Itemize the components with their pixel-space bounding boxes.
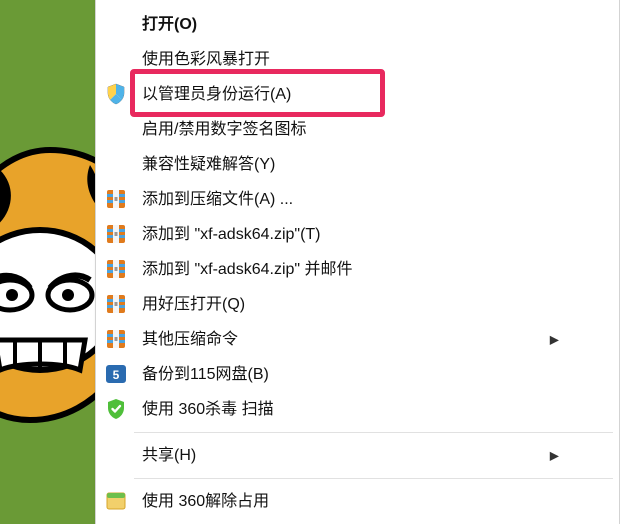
svg-text:5: 5 xyxy=(113,368,120,382)
menu-item-label: 兼容性疑难解答(Y) xyxy=(142,156,275,173)
menu-open-color-storm[interactable]: 使用色彩风暴打开 xyxy=(96,42,619,77)
menu-add-zip-t[interactable]: 添加到 "xf-adsk64.zip"(T) xyxy=(96,217,619,252)
menu-backup-115[interactable]: 5 备份到115网盘(B) xyxy=(96,357,619,392)
menu-item-label: 添加到 "xf-adsk64.zip" 并邮件 xyxy=(142,261,353,278)
context-menu: 打开(O) 使用色彩风暴打开 以管理员身份运行(A) 启用/禁用数字签名图标 兼… xyxy=(95,0,620,524)
menu-compat-troubleshoot[interactable]: 兼容性疑难解答(Y) xyxy=(96,147,619,182)
menu-digital-signature[interactable]: 启用/禁用数字签名图标 xyxy=(96,112,619,147)
menu-360-unlock[interactable]: 使用 360解除占用 xyxy=(96,484,619,519)
menu-item-label: 添加到压缩文件(A) ... xyxy=(142,191,293,208)
archive-icon xyxy=(104,327,130,353)
menu-item-label: 使用 360杀毒 扫描 xyxy=(142,401,274,418)
menu-open[interactable]: 打开(O) xyxy=(96,7,619,42)
submenu-arrow-icon: ▶ xyxy=(550,322,559,357)
archive-icon xyxy=(104,222,130,248)
menu-item-label: 用好压打开(Q) xyxy=(142,296,245,313)
shield-icon xyxy=(104,82,130,108)
menu-run-as-admin[interactable]: 以管理员身份运行(A) xyxy=(96,77,619,112)
menu-360-force-delete[interactable]: 使用 360强力删除 xyxy=(96,519,619,524)
menu-item-label: 打开(O) xyxy=(142,16,197,33)
menu-open-haozip[interactable]: 用好压打开(Q) xyxy=(96,287,619,322)
menu-item-label: 使用 360解除占用 xyxy=(142,493,269,510)
menu-item-label: 启用/禁用数字签名图标 xyxy=(142,121,306,138)
archive-icon xyxy=(104,187,130,213)
menu-item-label: 共享(H) xyxy=(142,447,196,464)
menu-item-label: 备份到115网盘(B) xyxy=(142,366,269,383)
submenu-arrow-icon: ▶ xyxy=(550,438,559,473)
menu-add-zip-mail[interactable]: 添加到 "xf-adsk64.zip" 并邮件 xyxy=(96,252,619,287)
menu-item-label: 其他压缩命令 xyxy=(142,331,238,348)
menu-separator xyxy=(134,478,613,479)
menu-item-label: 以管理员身份运行(A) xyxy=(142,86,291,103)
menu-item-label: 添加到 "xf-adsk64.zip"(T) xyxy=(142,226,321,243)
menu-separator xyxy=(134,432,613,433)
archive-icon xyxy=(104,257,130,283)
menu-other-archive[interactable]: 其他压缩命令 ▶ xyxy=(96,322,619,357)
360-window-icon xyxy=(104,489,130,515)
360-shield-icon xyxy=(104,397,130,423)
archive-icon xyxy=(104,292,130,318)
menu-scan-360[interactable]: 使用 360杀毒 扫描 xyxy=(96,392,619,427)
menu-item-label: 使用色彩风暴打开 xyxy=(142,51,270,68)
menu-share[interactable]: 共享(H) ▶ xyxy=(96,438,619,473)
screenshot-stage: 打开(O) 使用色彩风暴打开 以管理员身份运行(A) 启用/禁用数字签名图标 兼… xyxy=(0,0,620,524)
115-disk-icon: 5 xyxy=(104,362,130,388)
menu-add-archive[interactable]: 添加到压缩文件(A) ... xyxy=(96,182,619,217)
